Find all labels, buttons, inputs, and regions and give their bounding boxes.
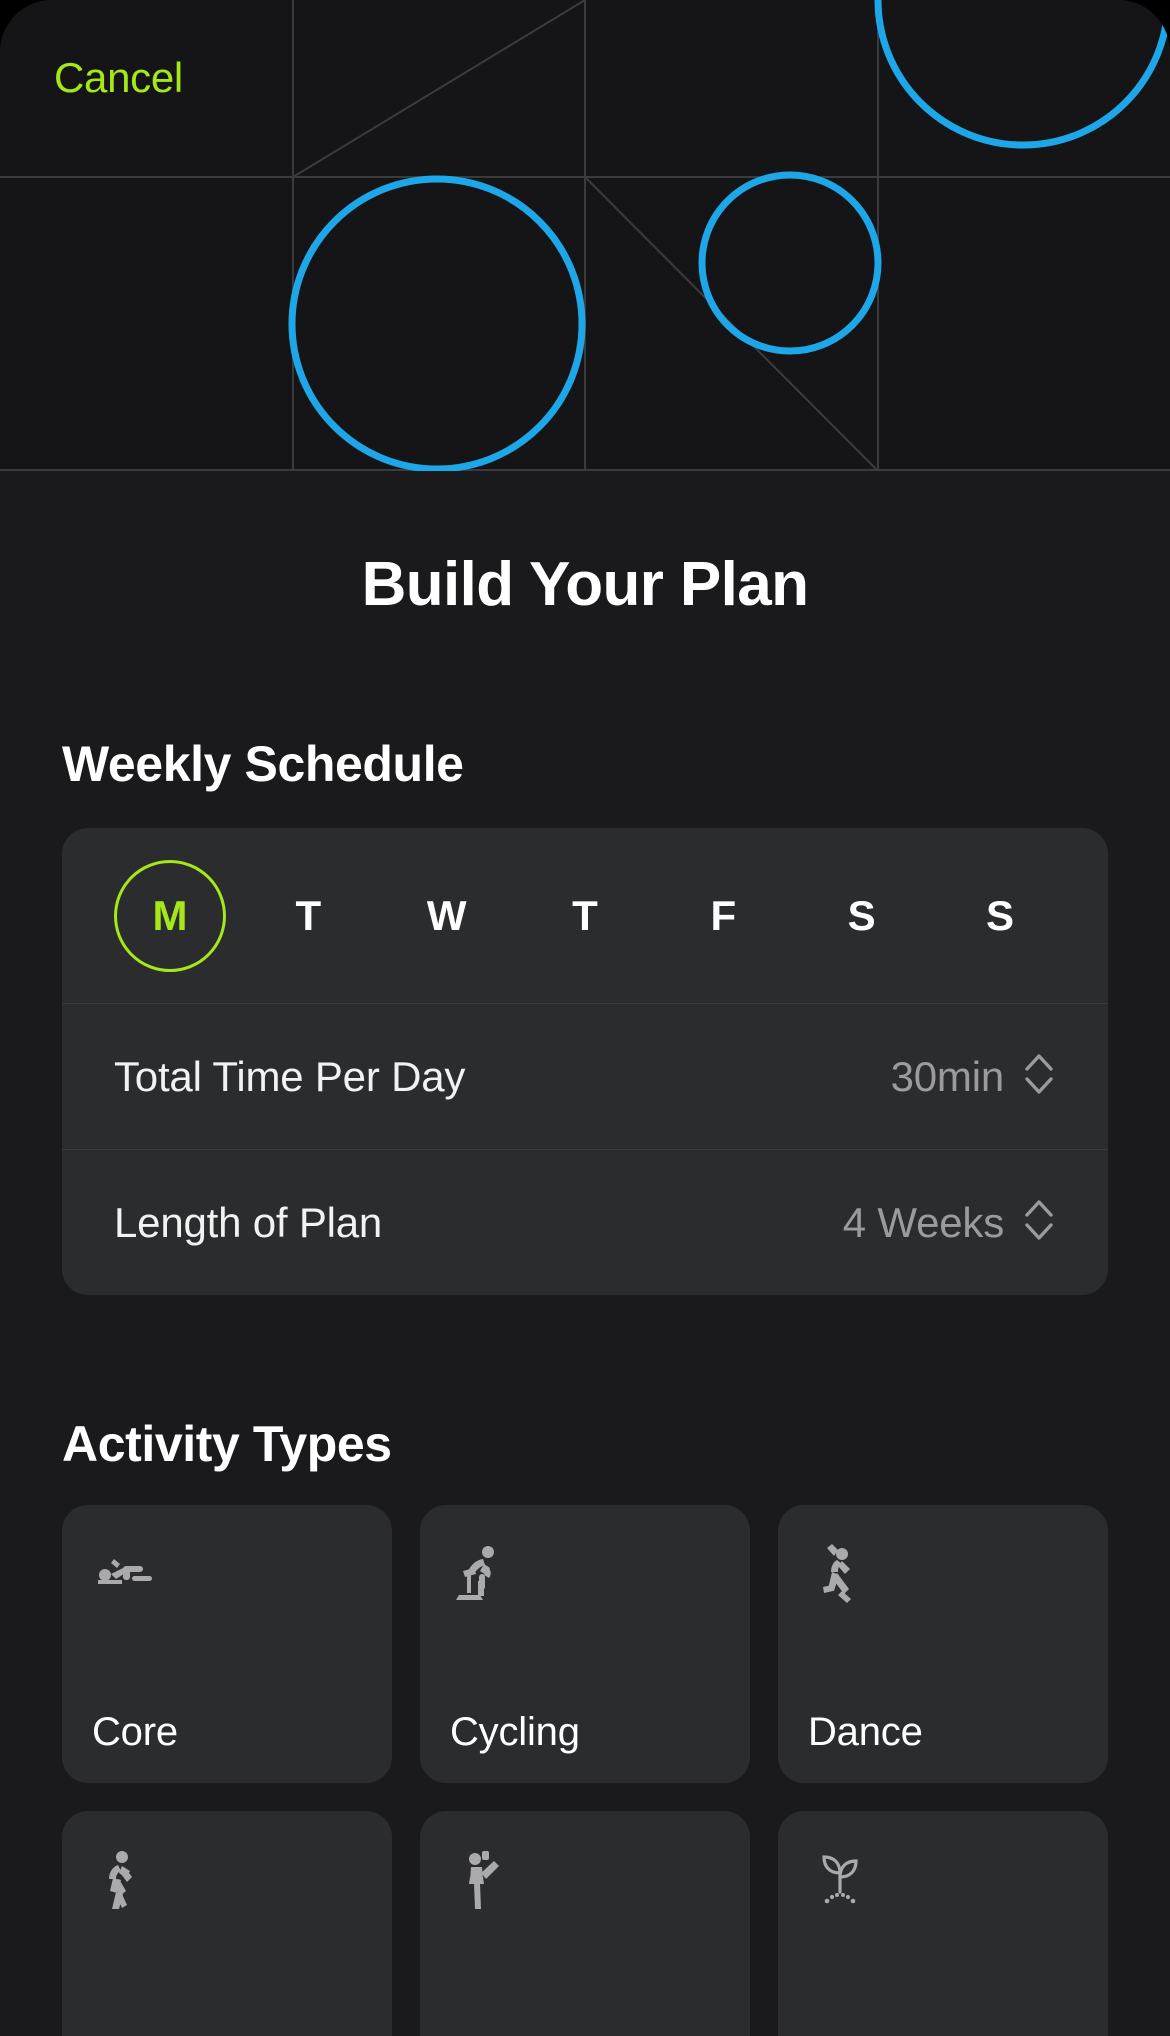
- length-of-plan-label: Length of Plan: [114, 1198, 383, 1246]
- day-toggle-friday[interactable]: F: [667, 860, 779, 972]
- activity-label-cycling: Cycling: [450, 1710, 580, 1754]
- hero-decoration: Cancel: [0, 0, 1170, 471]
- day-toggle-saturday[interactable]: S: [806, 860, 918, 972]
- total-time-per-day-control[interactable]: 30min: [891, 1049, 1056, 1104]
- day-toggle-tuesday[interactable]: T: [252, 860, 364, 972]
- weekly-schedule-card: M T W T F S S Total Time Per Day 30min L…: [62, 828, 1108, 1295]
- day-selector: M T W T F S S: [62, 828, 1108, 1003]
- activity-card-mindfulness[interactable]: [778, 1811, 1108, 2036]
- chevron-up-down-icon[interactable]: [1022, 1049, 1056, 1104]
- activity-card-cycling[interactable]: Cycling: [420, 1505, 750, 1783]
- day-toggle-sunday[interactable]: S: [944, 860, 1056, 972]
- weekly-schedule-heading: Weekly Schedule: [62, 736, 464, 792]
- total-time-per-day-label: Total Time Per Day: [114, 1052, 466, 1100]
- build-plan-sheet: Cancel Build Your Plan Weekly Schedule M…: [0, 0, 1170, 2036]
- day-toggle-monday[interactable]: M: [114, 859, 226, 972]
- length-of-plan-row[interactable]: Length of Plan 4 Weeks: [62, 1150, 1108, 1295]
- activity-types-heading: Activity Types: [62, 1416, 392, 1472]
- kickboxing-icon: [450, 1847, 514, 1911]
- cancel-button[interactable]: Cancel: [52, 50, 185, 106]
- activity-card-dance[interactable]: Dance: [778, 1505, 1108, 1783]
- day-toggle-thursday[interactable]: T: [529, 860, 641, 972]
- activity-card-kickboxing[interactable]: [420, 1811, 750, 2036]
- total-time-per-day-row[interactable]: Total Time Per Day 30min: [62, 1004, 1108, 1149]
- activity-label-core: Core: [92, 1710, 178, 1754]
- total-time-per-day-value: 30min: [890, 1052, 1005, 1100]
- dance-icon: [808, 1541, 872, 1605]
- activity-card-running[interactable]: [62, 1811, 392, 2036]
- chevron-up-down-icon[interactable]: [1022, 1195, 1056, 1250]
- running-icon: [92, 1847, 156, 1911]
- core-plank-icon: [92, 1541, 156, 1605]
- page-title: Build Your Plan: [361, 550, 809, 619]
- mindfulness-sprout-icon: [808, 1847, 872, 1911]
- length-of-plan-control[interactable]: 4 Weeks: [843, 1195, 1056, 1250]
- day-toggle-wednesday[interactable]: W: [391, 860, 503, 972]
- activity-card-core[interactable]: Core: [62, 1505, 392, 1783]
- activity-label-dance: Dance: [808, 1710, 923, 1754]
- sheet-content: Build Your Plan Weekly Schedule M T W T …: [0, 549, 1170, 2036]
- activity-types-grid: Core Cycling Dance: [62, 1505, 1108, 2036]
- length-of-plan-value: 4 Weeks: [842, 1198, 1004, 1246]
- cycling-icon: [450, 1541, 514, 1605]
